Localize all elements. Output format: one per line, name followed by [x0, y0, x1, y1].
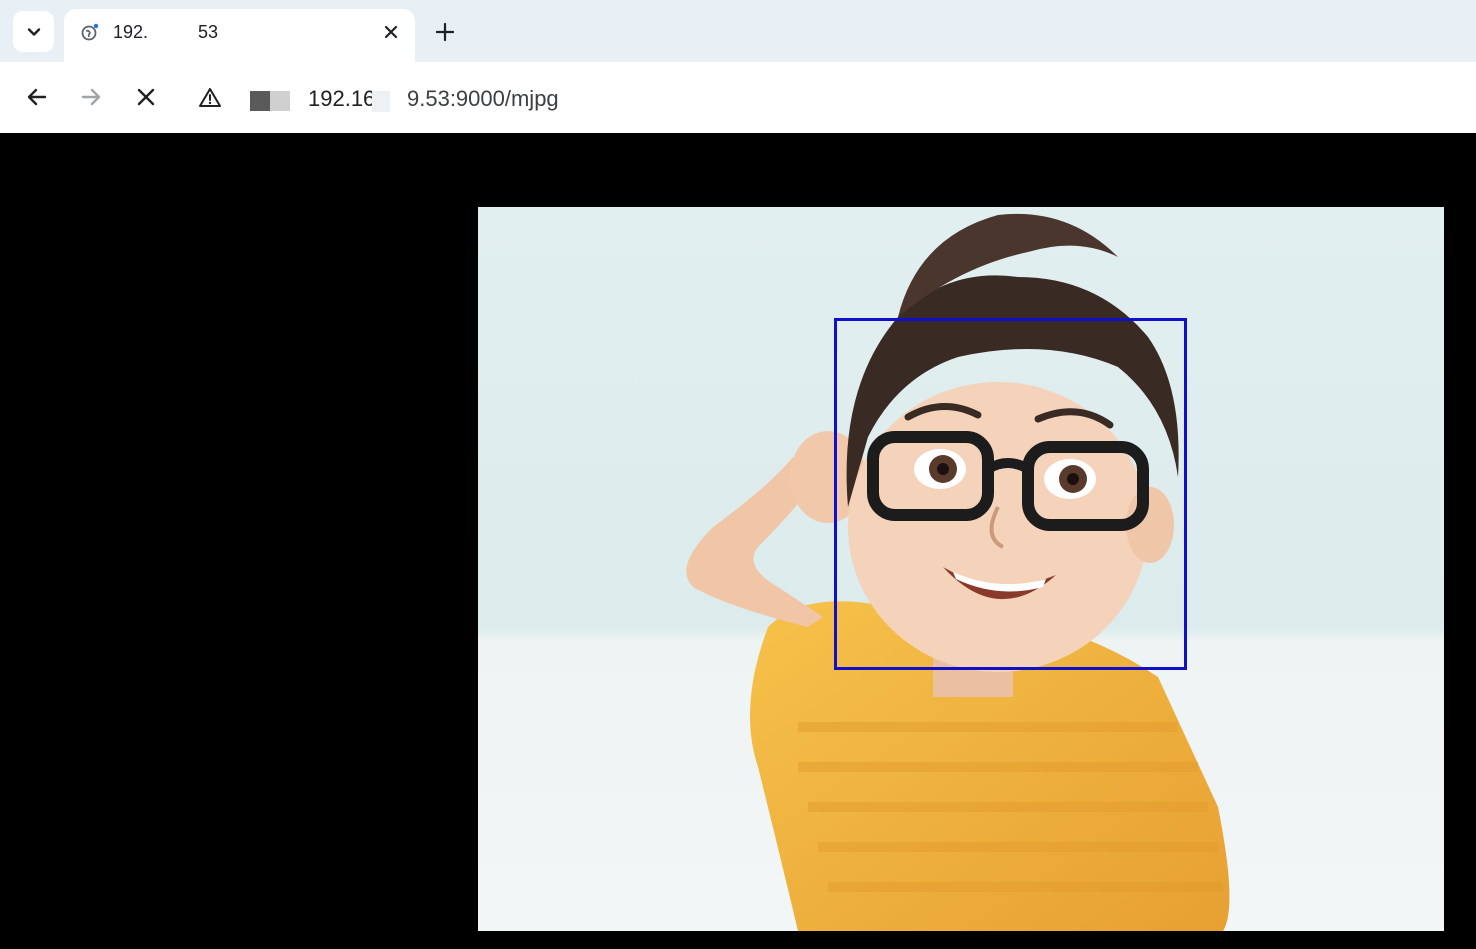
arrow-right-icon [81, 88, 101, 106]
back-button[interactable] [22, 82, 52, 112]
tab-active[interactable]: 192. 53 [64, 9, 415, 62]
mjpg-stream-image [478, 207, 1444, 931]
close-icon [137, 88, 155, 106]
new-tab-button[interactable] [430, 17, 460, 47]
url-text: 9.53:9000/mjpg [407, 86, 559, 111]
tab-search-button[interactable] [13, 11, 54, 52]
forward-button[interactable] [76, 82, 106, 112]
stop-loading-button[interactable] [131, 82, 161, 112]
redacted-block [250, 91, 270, 111]
chevron-down-icon [27, 27, 40, 36]
plus-icon [436, 23, 454, 41]
face-detection-box [834, 318, 1187, 670]
globe-loading-icon [81, 23, 99, 41]
warning-triangle-icon[interactable] [198, 86, 222, 110]
url-text: 192.16 [308, 86, 376, 111]
browser-window: 192. 53 192.16 9.53:9000/mjpg [0, 0, 1476, 949]
redacted-block [372, 91, 390, 112]
page-content [4, 133, 1476, 949]
tab-close-button[interactable] [380, 21, 402, 43]
redacted-block [270, 91, 290, 111]
arrow-left-icon [27, 88, 47, 106]
tab-title: 192. 53 [113, 22, 219, 42]
address-bar[interactable]: 192.16 9.53:9000/mjpg [186, 76, 1456, 120]
tab-strip: 192. 53 [0, 0, 1476, 62]
toolbar: 192.16 9.53:9000/mjpg [0, 62, 1476, 133]
close-icon [384, 25, 398, 39]
